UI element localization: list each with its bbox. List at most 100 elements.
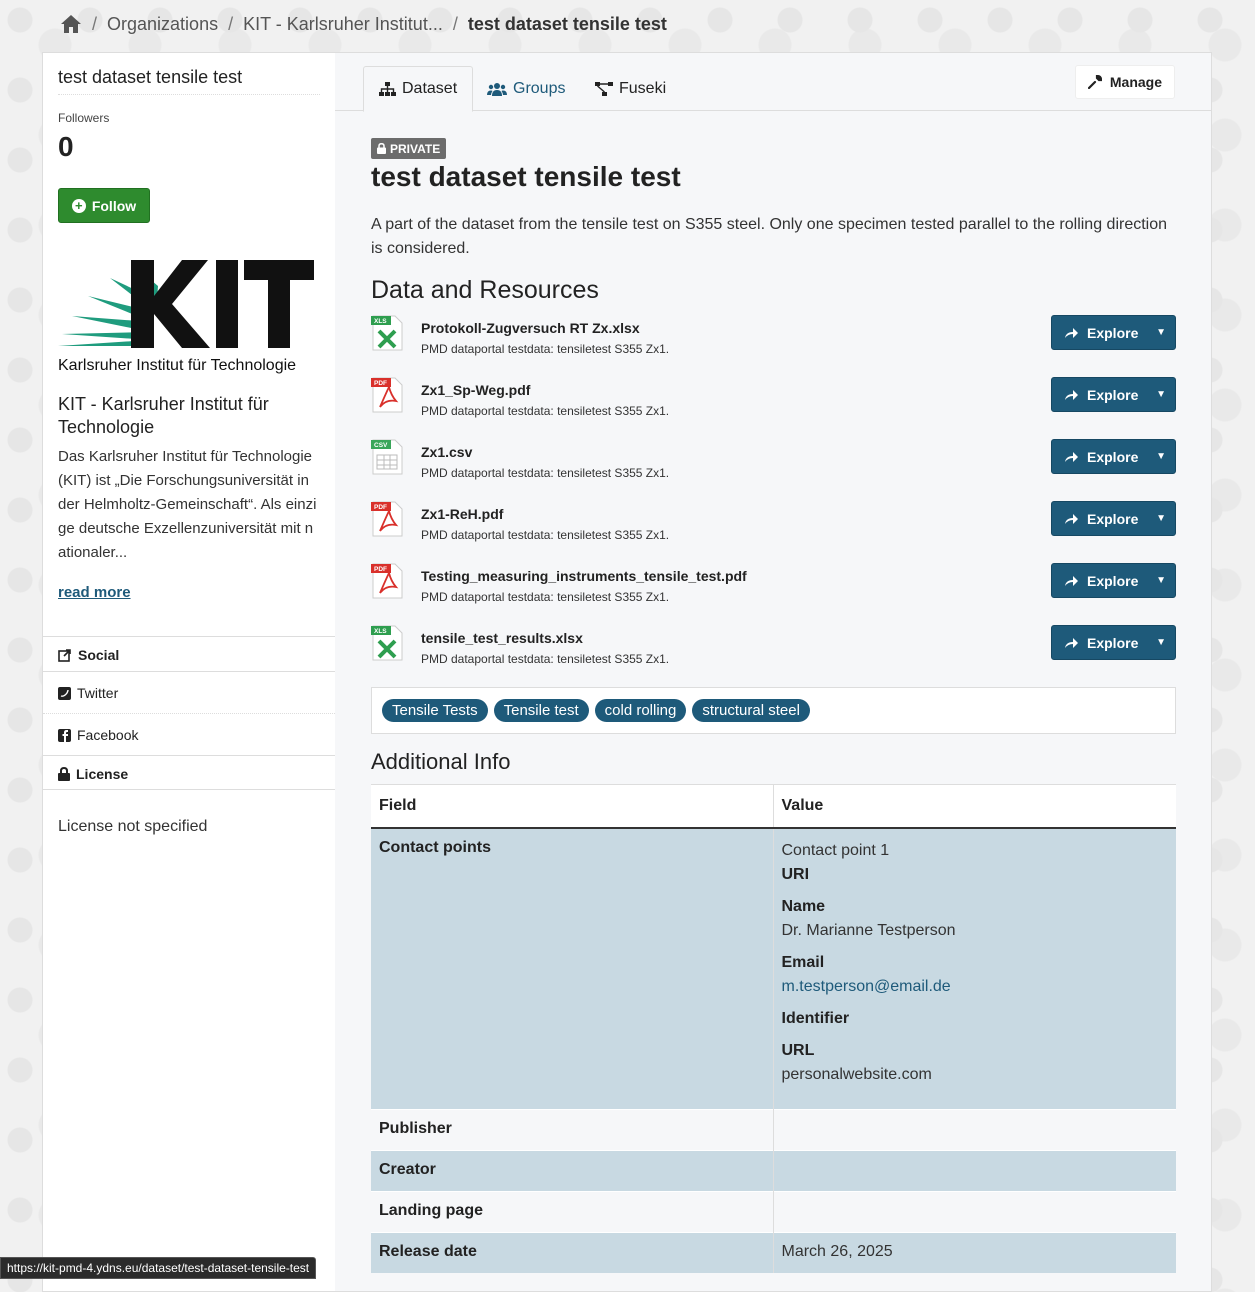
file-format-label: PDF (374, 380, 387, 387)
resource-description: PMD dataportal testdata: tensiletest S35… (421, 404, 670, 418)
explore-main[interactable]: Explore (1052, 635, 1147, 651)
resource-title-link[interactable]: Zx1.csv (421, 444, 472, 460)
resource-item: PDF Zx1-ReH.pdf PMD dataportal testdata: t… (371, 501, 1176, 551)
facebook-label: Facebook (77, 727, 139, 743)
explore-main[interactable]: Explore (1052, 449, 1147, 465)
explore-button[interactable]: Explore ▼ (1051, 563, 1176, 598)
resource-item: XLS tensile_test_results.xlsx PMD dataport… (371, 625, 1176, 675)
contact-url-value: personalwebsite.com (781, 1066, 932, 1083)
users-icon (487, 83, 507, 96)
tab-dataset[interactable]: Dataset (363, 66, 474, 112)
file-format-label: XLS (374, 628, 387, 635)
resource-title-link[interactable]: tensile_test_results.xlsx (421, 630, 583, 646)
explore-main[interactable]: Explore (1052, 387, 1147, 403)
explore-main[interactable]: Explore (1052, 511, 1147, 527)
resource-title-link[interactable]: Protokoll-Zugversuch RT Zx.xlsx (421, 320, 640, 336)
share-arrow-icon (1065, 637, 1078, 648)
twitter-link[interactable]: Twitter (43, 671, 335, 713)
explore-button[interactable]: Explore ▼ (1051, 625, 1176, 660)
explore-label: Explore (1087, 634, 1139, 651)
file-xls-icon: XLS (371, 315, 403, 351)
file-pdf-icon: PDF (371, 501, 403, 537)
share-arrow-icon (1065, 513, 1078, 524)
field-contact-points: Contact points (371, 827, 773, 1109)
manage-button[interactable]: Manage (1074, 65, 1175, 99)
caret-down-icon[interactable]: ▼ (1147, 451, 1175, 462)
sidebar-title: test dataset tensile test (58, 67, 320, 95)
contact-email-link[interactable]: m.testperson@email.de (782, 975, 1169, 999)
column-header-field: Field (371, 784, 773, 829)
share-arrow-icon (1065, 327, 1078, 338)
lock-icon (377, 143, 386, 154)
caret-down-icon[interactable]: ▼ (1147, 389, 1175, 400)
tag[interactable]: Tensile test (493, 699, 589, 722)
tab-fuseki[interactable]: Fuseki (580, 66, 681, 112)
breadcrumb-current[interactable]: test dataset tensile test (468, 14, 667, 35)
followers-count: 0 (58, 131, 74, 162)
resource-item: PDF Zx1_Sp-Weg.pdf PMD dataportal testdata… (371, 377, 1176, 427)
tab-groups[interactable]: Groups (472, 66, 580, 112)
explore-button[interactable]: Explore ▼ (1051, 501, 1176, 536)
tag[interactable]: Tensile Tests (382, 699, 488, 722)
explore-button[interactable]: Explore ▼ (1051, 377, 1176, 412)
table-row: Release date March 26, 2025 (371, 1231, 1176, 1273)
tab-groups-label: Groups (513, 80, 566, 97)
explore-main[interactable]: Explore (1052, 325, 1147, 341)
facebook-link[interactable]: Facebook (43, 713, 335, 755)
table-row: Landing page (371, 1190, 1176, 1232)
breadcrumb-organization[interactable]: KIT - Karlsruher Institut... (243, 14, 443, 35)
additional-info-table: Field Value Contact points Contact point… (371, 784, 1176, 1273)
explore-main[interactable]: Explore (1052, 573, 1147, 589)
dataset-title: test dataset tensile test (371, 161, 681, 192)
tag[interactable]: structural steel (692, 699, 810, 722)
project-diagram-icon (595, 82, 613, 96)
tag[interactable]: cold rolling (594, 699, 687, 722)
field-landing-page: Landing page (371, 1190, 773, 1232)
file-format-label: CSV (374, 442, 388, 449)
contact-uri-label: URI (781, 866, 810, 883)
follow-label: Follow (91, 197, 137, 214)
twitter-label: Twitter (77, 685, 119, 701)
sidebar: test dataset tensile test Followers 0 + … (43, 53, 335, 1291)
read-more-link[interactable]: read more (58, 584, 131, 601)
contact-email-label: Email (781, 954, 825, 971)
organization-description: Das Karlsruher Institut für Technologie … (58, 448, 317, 561)
share-arrow-icon (1065, 389, 1078, 400)
home-icon[interactable] (60, 14, 82, 34)
organization-name: KIT - Karlsruher Institut für Technologi… (58, 394, 269, 437)
contact-name-value: Dr. Marianne Testperson (781, 922, 956, 939)
additional-info-heading: Additional Info (371, 749, 511, 774)
explore-button[interactable]: Explore ▼ (1051, 439, 1176, 474)
table-row: Contact points Contact point 1 URI Name … (371, 827, 1176, 1109)
page-wrapper: test dataset tensile test Followers 0 + … (42, 52, 1212, 1292)
facebook-icon (58, 728, 71, 742)
social-section: Social (43, 636, 335, 671)
caret-down-icon[interactable]: ▼ (1147, 575, 1175, 586)
share-arrow-icon (1065, 451, 1078, 462)
caret-down-icon[interactable]: ▼ (1147, 327, 1175, 338)
column-header-value: Value (772, 784, 1176, 829)
resource-title-link[interactable]: Testing_measuring_instruments_tensile_te… (421, 568, 747, 584)
explore-button[interactable]: Explore ▼ (1051, 315, 1176, 350)
caret-down-icon[interactable]: ▼ (1147, 513, 1175, 524)
table-row: Publisher (371, 1108, 1176, 1150)
breadcrumb-separator: / (92, 13, 98, 34)
table-header-row: Field Value (371, 784, 1176, 829)
manage-label: Manage (1109, 74, 1162, 90)
resource-title-link[interactable]: Zx1_Sp-Weg.pdf (421, 382, 530, 398)
follow-button[interactable]: + Follow (58, 188, 150, 223)
file-format-label: PDF (374, 566, 387, 573)
creator-value (772, 1149, 1176, 1191)
resource-description: PMD dataportal testdata: tensiletest S35… (421, 652, 670, 666)
breadcrumb-organizations[interactable]: Organizations (107, 14, 218, 35)
contact-name-label: Name (781, 898, 826, 915)
contact-point-title: Contact point 1 (781, 842, 890, 859)
landing-page-value (772, 1190, 1176, 1232)
resource-title-link[interactable]: Zx1-ReH.pdf (421, 506, 503, 522)
resource-description: PMD dataportal testdata: tensiletest S35… (421, 342, 670, 356)
private-badge: PRIVATE (371, 138, 447, 159)
release-date-value: March 26, 2025 (772, 1231, 1176, 1273)
file-pdf-icon: PDF (371, 563, 403, 599)
breadcrumb: / Organizations / KIT - Karlsruher Insti… (60, 10, 667, 38)
caret-down-icon[interactable]: ▼ (1147, 637, 1175, 648)
